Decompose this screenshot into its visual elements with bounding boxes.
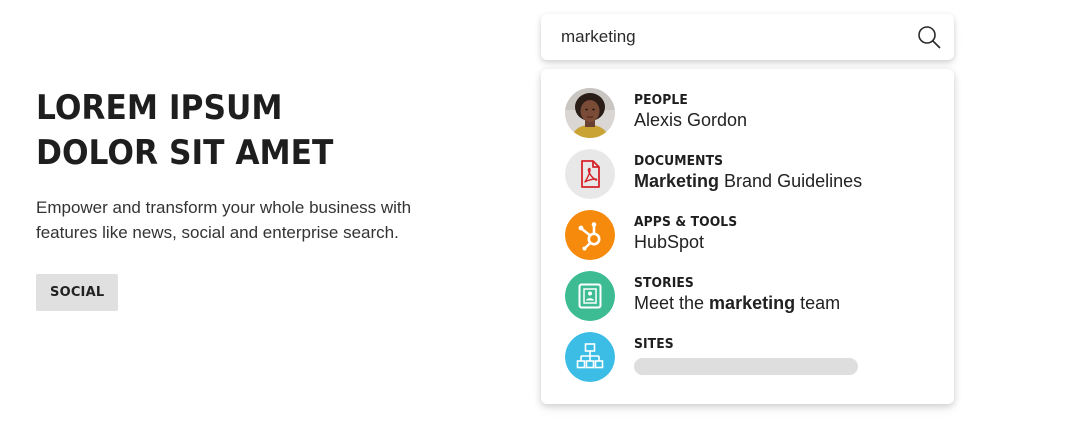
search-results-panel: PEOPLE Alexis Gordon DOCUMENTS Marketing…: [541, 69, 954, 404]
hero-section: LOREM IPSUM DOLOR SIT AMET Empower and t…: [36, 86, 466, 311]
search-box: [541, 14, 954, 60]
result-category: DOCUMENTS: [634, 154, 724, 169]
result-item-stories[interactable]: STORIES Meet the marketing team: [565, 271, 935, 323]
search-input[interactable]: [561, 14, 901, 60]
loading-placeholder-bar: [634, 358, 858, 375]
result-title: Alexis Gordon: [634, 110, 748, 130]
result-title: Meet the marketing team: [634, 293, 841, 313]
result-category: PEOPLE: [634, 93, 688, 108]
result-item-documents[interactable]: DOCUMENTS Marketing Brand Guidelines: [565, 149, 935, 201]
result-item-people[interactable]: PEOPLE Alexis Gordon: [565, 88, 935, 140]
sitemap-icon: [565, 332, 615, 382]
result-category: APPS & TOOLS: [634, 215, 738, 230]
story-icon: [565, 271, 615, 321]
social-tag-button[interactable]: SOCIAL: [36, 274, 119, 311]
result-item-sites[interactable]: SITES: [565, 332, 935, 384]
search-icon[interactable]: [917, 25, 941, 49]
hero-description: Empower and transform your whole busines…: [36, 198, 412, 242]
person-avatar: [565, 88, 615, 138]
result-category: STORIES: [634, 276, 694, 291]
result-title: HubSpot: [634, 232, 705, 252]
result-category: SITES: [634, 337, 674, 352]
hubspot-icon: [565, 210, 615, 260]
result-title: Marketing Brand Guidelines: [634, 171, 863, 191]
pdf-icon: [565, 149, 615, 199]
hero-title: LOREM IPSUM DOLOR SIT AMET: [36, 88, 334, 173]
result-item-apps-tools[interactable]: APPS & TOOLS HubSpot: [565, 210, 935, 262]
